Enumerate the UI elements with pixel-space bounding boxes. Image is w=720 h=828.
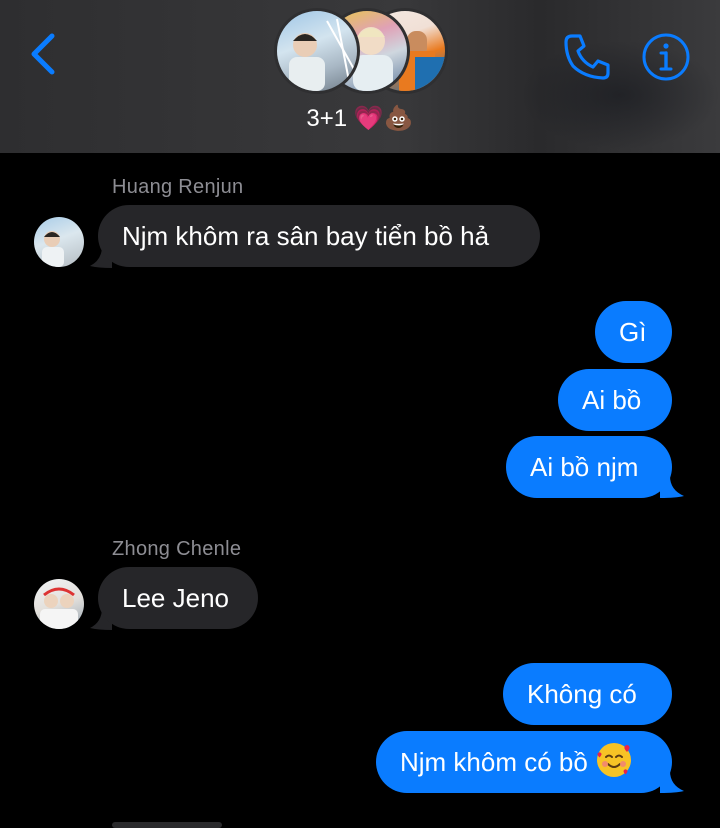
chevron-left-icon [31, 33, 55, 75]
back-button[interactable] [22, 30, 66, 78]
message-bubble[interactable]: Njm khôm có bồ [376, 731, 672, 793]
chat-header: 3+1 💗💩 [0, 0, 720, 153]
message-bubble[interactable]: Không có [503, 663, 672, 725]
info-icon [642, 33, 690, 81]
call-button[interactable] [560, 30, 614, 84]
info-button[interactable] [640, 31, 692, 83]
message-text: Njm khôm có bồ [400, 747, 588, 777]
group-avatars[interactable] [274, 8, 448, 94]
message-bubble[interactable]: Njm khôm ra sân bay tiển bồ hả [98, 205, 540, 267]
message-bubble[interactable]: Gì [595, 301, 672, 363]
sender-name: Zhong Chenle [112, 538, 242, 560]
group-name[interactable]: 3+1 💗💩 [0, 104, 720, 133]
message-bubble[interactable]: Ai bồ njm [506, 436, 672, 498]
phone-icon [564, 34, 610, 80]
next-sender-name-partial [112, 822, 222, 828]
smiling-face-with-hearts-icon [597, 743, 632, 777]
sender-name: Huang Renjun [112, 176, 244, 198]
sender-avatar[interactable] [34, 579, 84, 629]
sender-avatar[interactable] [34, 217, 84, 267]
message-bubble[interactable]: Ai bồ [558, 369, 672, 431]
message-bubble[interactable]: Lee Jeno [98, 567, 258, 629]
member-avatar-1 [274, 8, 360, 94]
